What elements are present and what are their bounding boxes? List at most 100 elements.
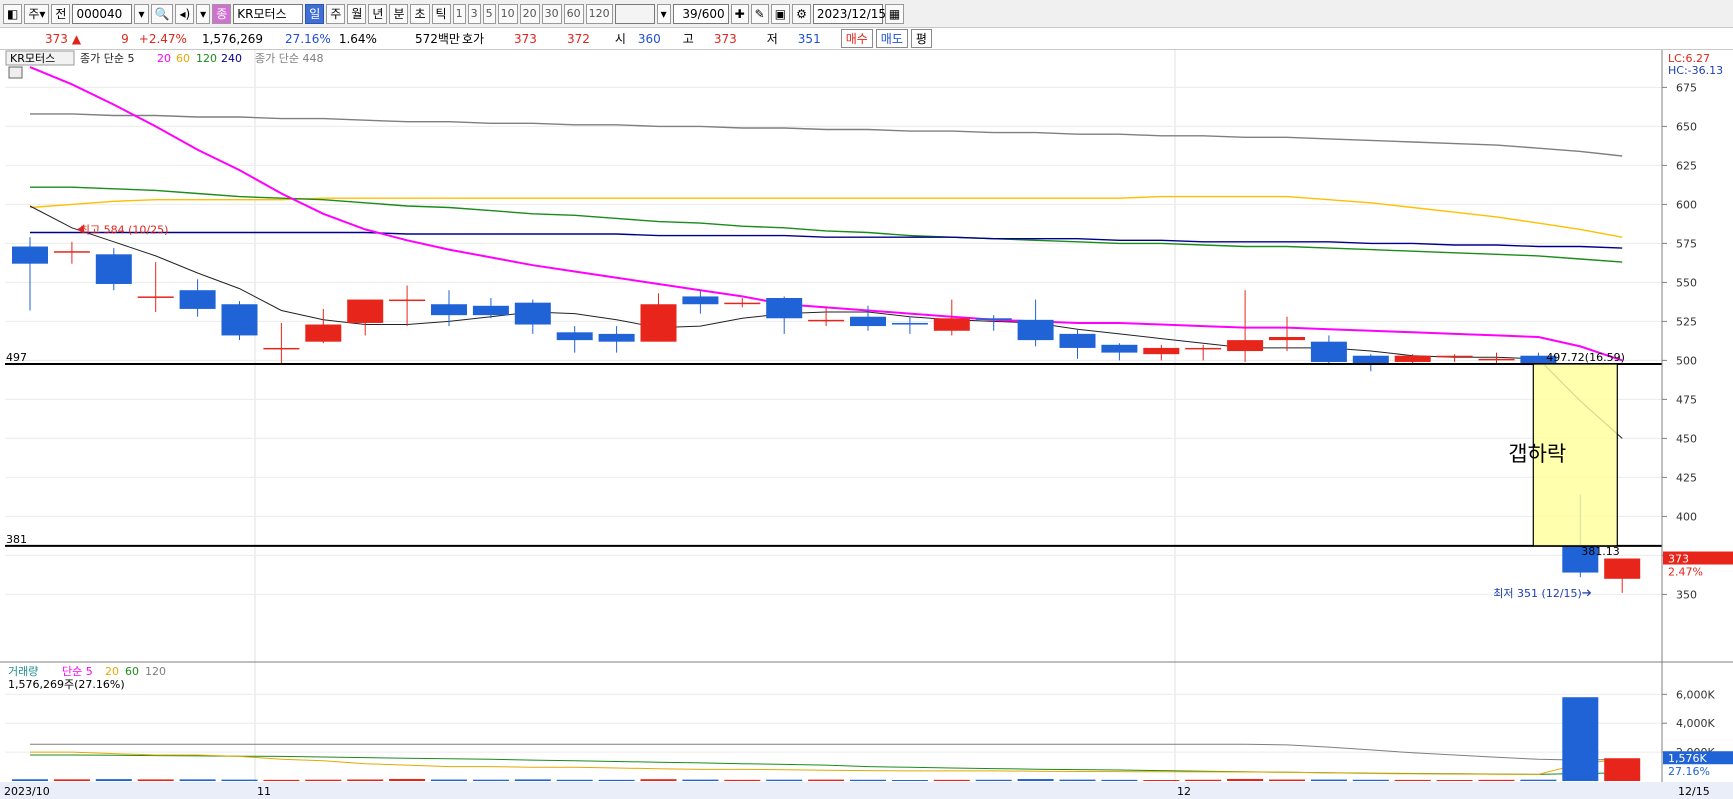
eval-button[interactable]: 평 — [910, 29, 932, 48]
sell-button[interactable]: 매도 — [875, 29, 908, 48]
volume-bar — [556, 779, 593, 781]
legend-ma20: 20 — [157, 52, 171, 65]
interval-5[interactable]: 5 — [482, 3, 496, 24]
stock-code-input[interactable]: 000040 — [72, 3, 133, 24]
candle-body — [1059, 333, 1096, 348]
y-tick-label: 500 — [1676, 354, 1697, 367]
quote-strip: 373 ▲ 9 +2.47% 1,576,269 27.16% 1.64% 57… — [0, 28, 1733, 50]
legend-ma448: 종가 단순 448 — [255, 52, 323, 65]
volume-bar — [1604, 758, 1641, 781]
volume-bar — [179, 779, 216, 781]
chart-background — [0, 50, 1733, 799]
period-year-tab[interactable]: 년 — [368, 3, 388, 24]
volume-bar — [682, 779, 719, 781]
interval-1[interactable]: 1 — [452, 3, 466, 24]
search-icon[interactable]: 🔍 — [150, 3, 174, 24]
hc-value: HC:-36.13 — [1668, 64, 1723, 77]
y-tick-label: 575 — [1676, 237, 1697, 250]
period-month-tab[interactable]: 월 — [347, 3, 367, 24]
period-day-tab[interactable]: 일 — [305, 3, 325, 24]
volume-bar — [53, 779, 90, 781]
volume-bar — [12, 779, 48, 781]
candle-body — [556, 332, 593, 341]
favorite-dropdown-icon[interactable]: ▾ — [196, 3, 211, 24]
crosshair-icon[interactable]: ✚ — [730, 3, 749, 24]
y-tick-label: 675 — [1676, 81, 1697, 94]
calendar-icon[interactable]: ▦ — [884, 3, 905, 24]
max-price-label: 최고 584 (10/25) — [80, 223, 169, 236]
candle-body — [1394, 355, 1431, 362]
candle-body — [514, 302, 551, 325]
interval-60[interactable]: 60 — [563, 3, 584, 24]
volume-legend-ma120: 120 — [145, 665, 166, 678]
volume-bar — [1269, 779, 1305, 781]
custom-interval-dropdown-icon[interactable]: ▾ — [656, 3, 671, 24]
current-price: 373 — [45, 31, 68, 46]
open-price: 360 — [637, 31, 661, 46]
prev-button[interactable]: 전 — [51, 3, 71, 24]
code-dropdown-icon[interactable]: ▾ — [134, 3, 149, 24]
y-tick-label: 350 — [1676, 588, 1697, 601]
level-381-label: 381 — [6, 533, 27, 546]
y-tick-label: 400 — [1676, 510, 1697, 523]
count-total: /600 — [697, 6, 725, 21]
volume-bar — [1520, 779, 1557, 781]
volume-bar — [95, 779, 132, 781]
date-input[interactable]: 2023/12/15 — [812, 3, 886, 24]
candle-body — [1227, 340, 1264, 352]
gap-down-label: 갭하락 — [1508, 442, 1566, 466]
volume-bar — [1059, 779, 1096, 781]
x-label-nov: 11 — [257, 785, 271, 798]
type-label: 주 — [28, 7, 40, 21]
save-icon[interactable]: ▣ — [770, 3, 791, 24]
volume-bar — [221, 779, 258, 781]
sound-icon[interactable]: ◂) — [175, 3, 195, 24]
volume-bar — [137, 779, 174, 781]
change-percent: +2.47% — [138, 31, 187, 46]
y-tick-label: 550 — [1676, 276, 1697, 289]
period-second-tab[interactable]: 초 — [410, 3, 430, 24]
interval-30[interactable]: 30 — [541, 3, 562, 24]
interval-120[interactable]: 120 — [585, 3, 613, 24]
buy-button[interactable]: 매수 — [840, 29, 873, 48]
low-label: 저 — [766, 32, 778, 46]
data-table-icon[interactable] — [8, 66, 23, 79]
stock-name-field[interactable]: KR모터스 — [233, 3, 304, 24]
draw-tool-icon[interactable]: ✎ — [750, 3, 769, 24]
count-input[interactable]: 39/600 — [672, 3, 729, 24]
y-tick-label: 475 — [1676, 393, 1697, 406]
volume-info: 1,576,269주(27.16%) — [8, 678, 125, 691]
volume-legend-ma20: 20 — [105, 665, 119, 678]
legend-ma5: 종가 단순 5 — [80, 52, 134, 65]
volume-bar — [389, 778, 426, 781]
interval-20[interactable]: 20 — [519, 3, 540, 24]
period-week-tab[interactable]: 주 — [326, 3, 346, 24]
interval-10[interactable]: 10 — [497, 3, 518, 24]
gear-icon[interactable]: ⚙ — [792, 3, 811, 24]
interval-3[interactable]: 3 — [467, 3, 481, 24]
custom-interval-input[interactable] — [614, 3, 655, 24]
candle-body — [598, 333, 635, 342]
volume-bar — [514, 779, 551, 781]
candle-body — [1310, 341, 1347, 362]
last-volume-pct-text: 27.16% — [1668, 765, 1710, 778]
candle-body — [95, 254, 132, 284]
stock-chart[interactable]: 497 381 갭하락 497.72(16.59) 381.13 최고 584 … — [0, 50, 1733, 799]
period-tick-tab[interactable]: 틱 — [431, 3, 451, 24]
volume-bar — [263, 779, 300, 781]
candle-body — [1101, 344, 1138, 353]
chart-settings-icon[interactable]: ◧ — [3, 3, 23, 24]
candle-body — [1478, 358, 1515, 361]
legend-ma240: 240 — [221, 52, 242, 65]
stock-type-icon[interactable]: 종 — [212, 3, 232, 24]
volume-bar — [472, 779, 509, 781]
up-arrow-icon: ▲ — [71, 31, 82, 46]
box-bottom-label: 381.13 — [1581, 545, 1620, 558]
candle-body — [137, 296, 174, 298]
type-select[interactable]: 주 ▾ — [24, 3, 50, 24]
period-minute-tab[interactable]: 분 — [389, 3, 409, 24]
volume-bar — [1436, 779, 1473, 781]
y-tick-label: 450 — [1676, 432, 1697, 445]
candle-body — [1604, 558, 1641, 579]
legend-stock-name: KR모터스 — [10, 52, 55, 65]
